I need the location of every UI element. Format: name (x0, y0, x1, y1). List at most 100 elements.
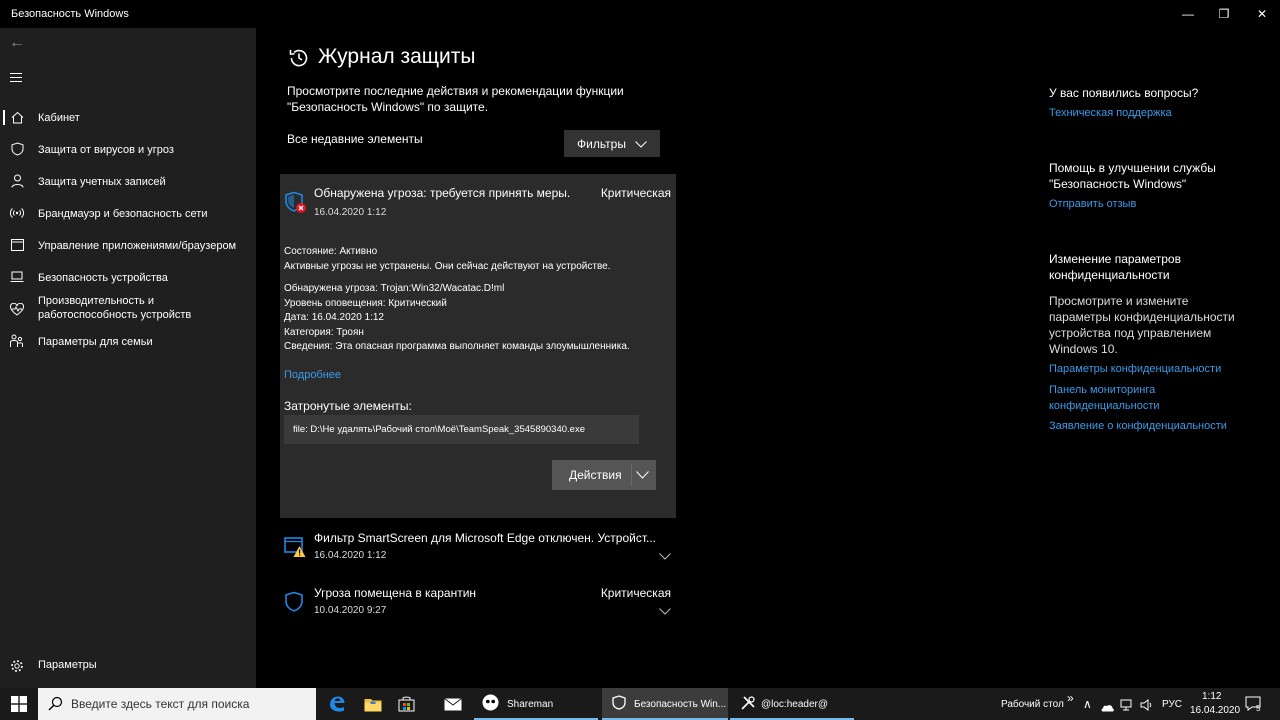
page-subtitle: Просмотрите последние действия и рекомен… (287, 84, 624, 114)
threat-title: Обнаружена угроза: требуется принять мер… (314, 186, 571, 200)
section-label: Все недавние элементы (287, 132, 423, 146)
clock-time[interactable]: 1:12 (1202, 691, 1221, 702)
detail-line: Сведения: Эта опасная программа выполняе… (284, 341, 630, 353)
shield-icon (612, 695, 626, 713)
improve-heading: Помощь в улучшении службы "Безопасность … (1049, 161, 1216, 191)
edge-taskbar-icon[interactable] (320, 688, 354, 720)
affected-items-label: Затронутые элементы: (284, 399, 412, 413)
questions-heading: У вас появились вопросы? (1049, 86, 1199, 100)
sidebar-item-account-protection[interactable]: Защита учетных записей (0, 172, 256, 191)
tech-support-link[interactable]: Техническая поддержка (1049, 106, 1249, 122)
actions-button[interactable]: Действия (552, 460, 656, 490)
search-icon (48, 696, 63, 716)
sidebar-item-family-options[interactable]: Параметры для семьи (0, 332, 256, 351)
more-info-link[interactable]: Подробнее (284, 369, 341, 381)
chevron-down-icon (659, 547, 671, 565)
critical-shield-icon (284, 191, 308, 220)
sidebar-item-label: Кабинет (38, 112, 80, 124)
history-item-date: 10.04.2020 9:27 (314, 605, 387, 616)
filters-button[interactable]: Фильтры (564, 130, 660, 157)
taskbar-app-label: @loc:header@ (761, 698, 829, 710)
volume-icon[interactable] (1140, 698, 1154, 716)
minimize-button[interactable]: — (1168, 0, 1208, 28)
history-item-title: Угроза помещена в карантин (314, 586, 477, 600)
tools-icon (740, 695, 756, 714)
start-button[interactable] (0, 688, 38, 720)
tray-chevron-up-icon[interactable]: ∧ (1083, 697, 1092, 711)
home-icon (10, 110, 24, 124)
page-title: Журнал защиты (318, 45, 476, 68)
heart-icon (10, 302, 24, 316)
close-button[interactable]: ✕ (1242, 0, 1280, 28)
taskbar-app-teamspeak[interactable]: @loc:header@ (730, 688, 854, 720)
detail-line: Категория: Троян (284, 326, 364, 338)
title-bar: Безопасность Windows — ❐ ✕ (0, 0, 1280, 28)
severity-label: Критическая (600, 186, 671, 200)
sidebar-item-home[interactable]: Кабинет (0, 108, 256, 127)
history-item-smartscreen[interactable]: Фильтр SmartScreen для Microsoft Edge от… (280, 530, 676, 574)
taskbar-app-shareman[interactable]: Shareman (474, 688, 598, 720)
network-icon[interactable] (1120, 698, 1134, 716)
clock-date[interactable]: 16.04.2020 (1190, 705, 1240, 716)
shield-icon (284, 591, 304, 618)
history-item-quarantine[interactable]: Угроза помещена в карантин 10.04.2020 9:… (280, 585, 676, 629)
threat-details: Обнаружена угроза: Trojan:Win32/Wacatac.… (284, 282, 630, 355)
warning-window-icon (284, 536, 306, 563)
gear-icon (10, 659, 24, 678)
sidebar-item-label: Защита учетных записей (38, 176, 166, 188)
history-clock-icon (288, 47, 310, 74)
family-icon (10, 334, 24, 348)
sidebar-item-firewall[interactable]: Брандмауэр и безопасность сети (0, 204, 256, 223)
restore-button[interactable]: ❐ (1204, 0, 1244, 28)
sidebar-item-virus-protection[interactable]: Защита от вирусов и угроз (0, 140, 256, 159)
detail-line: Уровень оповещения: Критический (284, 297, 447, 309)
sidebar-item-label: Брандмауэр и безопасность сети (38, 208, 208, 220)
chevron-down-icon (636, 468, 649, 482)
sidebar-item-settings[interactable]: Параметры (0, 656, 256, 676)
sidebar-item-label: Безопасность устройства (38, 272, 168, 284)
onedrive-cloud-icon[interactable] (1100, 699, 1115, 717)
language-indicator[interactable]: РУС (1162, 699, 1182, 710)
notification-count-badge: 5 (1256, 704, 1261, 713)
sidebar-item-label: Параметры для семьи (38, 336, 153, 348)
window-title: Безопасность Windows (11, 8, 129, 20)
sidebar-item-device-security[interactable]: Безопасность устройства (0, 268, 256, 287)
desktop-toolbar-label[interactable]: Рабочий стол (1001, 699, 1064, 710)
sidebar-settings-label: Параметры (38, 659, 97, 671)
actions-label: Действия (569, 468, 622, 482)
threat-item-expanded[interactable]: Обнаружена угроза: требуется принять мер… (280, 174, 676, 518)
mail-taskbar-icon[interactable] (436, 688, 470, 720)
hamburger-menu-icon[interactable] (10, 73, 22, 82)
sidebar-item-label: Управление приложениями/браузером (38, 240, 237, 252)
severity-label: Критическая (600, 586, 671, 600)
wifi-signal-icon (10, 206, 24, 220)
privacy-heading: Изменение параметров конфиденциальности (1049, 252, 1181, 282)
taskbar-app-windows-security[interactable]: Безопасность Win... (602, 688, 728, 720)
taskbar-app-label: Безопасность Win... (634, 698, 727, 710)
back-arrow-icon[interactable]: ← (9, 34, 25, 52)
privacy-dashboard-link[interactable]: Панель мониторинга конфиденциальности (1049, 383, 1209, 414)
filters-label: Фильтры (577, 136, 626, 151)
send-feedback-link[interactable]: Отправить отзыв (1049, 197, 1249, 213)
sidebar: ← Кабинет Защита от вирусов и угроз Защи… (0, 28, 256, 688)
privacy-statement-link[interactable]: Заявление о конфиденциальности (1049, 419, 1249, 435)
privacy-description: Просмотрите и измените параметры конфиде… (1049, 294, 1235, 356)
store-taskbar-icon[interactable] (389, 688, 423, 720)
taskbar-app-label: Shareman (507, 698, 554, 710)
history-item-date: 16.04.2020 1:12 (314, 550, 387, 561)
sidebar-item-label: Защита от вирусов и угроз (38, 144, 174, 156)
person-icon (10, 174, 24, 188)
history-item-title: Фильтр SmartScreen для Microsoft Edge от… (314, 531, 656, 545)
threat-state: Состояние: Активно Активные угрозы не ус… (284, 246, 611, 272)
app-window-icon (10, 238, 24, 252)
shield-icon (10, 142, 24, 156)
privacy-settings-link[interactable]: Параметры конфиденциальности (1049, 362, 1249, 378)
windows-logo-icon (11, 696, 27, 712)
sidebar-item-device-performance[interactable]: Производительность и работоспособность у… (0, 293, 256, 325)
sidebar-item-app-browser-control[interactable]: Управление приложениями/браузером (0, 236, 256, 255)
chevron-down-icon (659, 602, 671, 620)
file-explorer-taskbar-icon[interactable] (356, 688, 390, 720)
threat-date: 16.04.2020 1:12 (314, 207, 387, 218)
toolbar-overflow-icon[interactable]: » (1067, 691, 1074, 705)
taskbar-search-box[interactable]: Введите здесь текст для поиска (38, 688, 316, 720)
